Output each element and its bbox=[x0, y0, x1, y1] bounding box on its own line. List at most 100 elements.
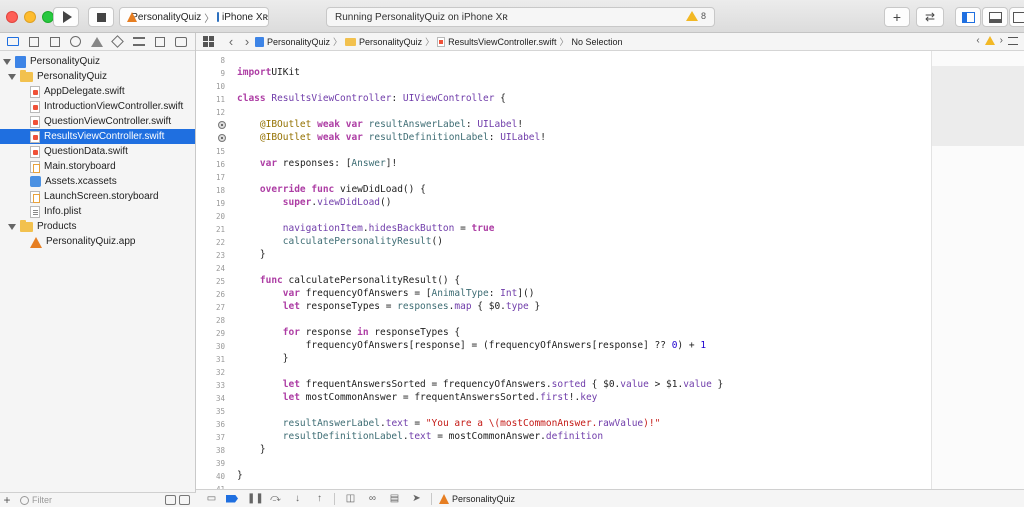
tab-source-control[interactable] bbox=[23, 33, 44, 51]
code-line[interactable]: @IBOutlet weak var resultDefinitionLabel… bbox=[196, 132, 931, 145]
warning-icon[interactable] bbox=[984, 36, 995, 45]
library-button[interactable]: + bbox=[884, 7, 910, 27]
code-line[interactable]: 32 bbox=[196, 366, 931, 379]
tab-breakpoint-navigator[interactable] bbox=[149, 33, 170, 51]
code-line[interactable]: 35 bbox=[196, 405, 931, 418]
code-line[interactable]: 21 navigationItem.hidesBackButton = true bbox=[196, 223, 931, 236]
tree-item-file[interactable]: Assets.xcassets bbox=[0, 174, 195, 189]
code-line[interactable]: 34 let mostCommonAnswer = frequentAnswer… bbox=[196, 392, 931, 405]
warning-indicator[interactable]: 8 bbox=[685, 11, 706, 21]
editor-options-icon[interactable] bbox=[1008, 36, 1018, 45]
code-line[interactable]: 27 let responseTypes = responses.map { $… bbox=[196, 301, 931, 314]
code-line[interactable]: 19 super.viewDidLoad() bbox=[196, 197, 931, 210]
code-line[interactable]: 16 var responses: [Answer]! bbox=[196, 158, 931, 171]
hierarchy-icon bbox=[49, 36, 60, 47]
next-issue-icon[interactable]: › bbox=[1000, 35, 1003, 46]
code-line[interactable]: 40} bbox=[196, 470, 931, 483]
minimize-window-button[interactable] bbox=[24, 11, 36, 23]
location-icon[interactable]: ➤ bbox=[410, 493, 423, 504]
code-line[interactable]: 17 bbox=[196, 171, 931, 184]
code-line[interactable]: 15 bbox=[196, 145, 931, 158]
breadcrumb-project[interactable]: PersonalityQuiz bbox=[255, 36, 330, 47]
previous-issue-icon[interactable]: ‹ bbox=[976, 35, 979, 46]
run-button[interactable] bbox=[53, 7, 79, 27]
breakpoints-toggle-icon[interactable] bbox=[226, 494, 238, 503]
step-into-icon[interactable]: ↓ bbox=[291, 493, 304, 504]
back-arrow-icon[interactable]: ‹ bbox=[223, 34, 239, 49]
code-line[interactable]: 39 bbox=[196, 457, 931, 470]
code-line[interactable]: 33 let frequentAnswersSorted = frequency… bbox=[196, 379, 931, 392]
code-line[interactable]: 30 frequencyOfAnswers[response] = (frequ… bbox=[196, 340, 931, 353]
tree-item-group[interactable]: Products bbox=[0, 219, 195, 234]
tab-find-navigator[interactable] bbox=[65, 33, 86, 51]
code-line[interactable]: 11 class ResultsViewController: UIViewCon… bbox=[196, 93, 931, 106]
recent-files-icon[interactable] bbox=[165, 495, 176, 505]
activity-viewer[interactable]: Running PersonalityQuiz on iPhone Xʀ 8 bbox=[326, 7, 715, 27]
code-line[interactable]: 12 bbox=[196, 106, 931, 119]
tab-project-navigator[interactable] bbox=[2, 33, 23, 51]
tree-item-project[interactable]: PersonalityQuiz bbox=[0, 54, 195, 69]
tab-report-navigator[interactable] bbox=[170, 33, 191, 51]
line-number: 32 bbox=[215, 368, 225, 377]
outlet-connection-icon[interactable] bbox=[218, 121, 226, 129]
tree-item-file[interactable]: AppDelegate.swift bbox=[0, 84, 195, 99]
pause-icon[interactable]: ❚❚ bbox=[247, 493, 264, 504]
add-file-button[interactable]: + bbox=[0, 493, 14, 507]
tab-symbol-navigator[interactable] bbox=[44, 33, 65, 51]
tree-item-file[interactable]: PersonalityQuiz.app bbox=[0, 234, 195, 249]
view-debugger-icon[interactable]: ◫ bbox=[344, 493, 357, 504]
code-line[interactable]: 20 bbox=[196, 210, 931, 223]
code-line[interactable]: 24 bbox=[196, 262, 931, 275]
tab-test-navigator[interactable] bbox=[107, 33, 128, 51]
code-line[interactable]: 25 func calculatePersonalityResult() { bbox=[196, 275, 931, 288]
breadcrumb-symbol[interactable]: No Selection bbox=[571, 37, 622, 47]
tree-item-file[interactable]: IntroductionViewController.swift bbox=[0, 99, 195, 114]
code-line[interactable]: 9 importUIKit bbox=[196, 67, 931, 80]
tree-item-file[interactable]: QuestionData.swift bbox=[0, 144, 195, 159]
step-out-icon[interactable]: ↑ bbox=[313, 493, 326, 504]
breadcrumb-group[interactable]: PersonalityQuiz bbox=[345, 37, 422, 47]
code-line[interactable]: 37 resultDefinitionLabel.text = mostComm… bbox=[196, 431, 931, 444]
code-review-button[interactable]: ⇄ bbox=[916, 7, 944, 27]
stop-button[interactable] bbox=[88, 7, 114, 27]
minimap-visible-region[interactable] bbox=[932, 66, 1024, 146]
environment-overrides-icon[interactable]: ▤ bbox=[388, 493, 401, 504]
tree-item-file[interactable]: LaunchScreen.storyboard bbox=[0, 189, 195, 204]
source-editor[interactable]: 8 9 importUIKit 10 11 class ResultsViewContro… bbox=[196, 51, 931, 489]
code-line[interactable]: 38 } bbox=[196, 444, 931, 457]
tab-debug-navigator[interactable] bbox=[128, 33, 149, 51]
hide-debug-area-icon[interactable]: ▭ bbox=[205, 493, 218, 504]
breadcrumb-file[interactable]: ResultsViewController.swift bbox=[437, 36, 556, 47]
filter-input[interactable]: Filter bbox=[32, 495, 52, 505]
code-line[interactable]: 29 for response in responseTypes { bbox=[196, 327, 931, 340]
code-line[interactable]: 23 } bbox=[196, 249, 931, 262]
tab-issue-navigator[interactable] bbox=[86, 33, 107, 51]
source-control-filter-icon[interactable] bbox=[179, 495, 190, 505]
tree-item-file[interactable]: QuestionViewController.swift bbox=[0, 114, 195, 129]
toggle-navigator-button[interactable] bbox=[955, 7, 981, 27]
tree-item-group[interactable]: PersonalityQuiz bbox=[0, 69, 195, 84]
toggle-inspector-button[interactable] bbox=[1009, 7, 1024, 27]
close-window-button[interactable] bbox=[6, 11, 18, 23]
code-line[interactable]: 22 calculatePersonalityResult() bbox=[196, 236, 931, 249]
tree-item-file[interactable]: Main.storyboard bbox=[0, 159, 195, 174]
debug-target[interactable]: PersonalityQuiz bbox=[439, 493, 515, 504]
toggle-debug-area-button[interactable] bbox=[982, 7, 1008, 27]
outlet-connection-icon[interactable] bbox=[218, 134, 226, 142]
code-line[interactable]: 28 bbox=[196, 314, 931, 327]
memory-graph-icon[interactable]: ∞ bbox=[366, 493, 379, 504]
code-line[interactable]: 18 override func viewDidLoad() { bbox=[196, 184, 931, 197]
code-line[interactable]: 36 resultAnswerLabel.text = "You are a \… bbox=[196, 418, 931, 431]
tree-item-file[interactable]: Info.plist bbox=[0, 204, 195, 219]
scheme-selector[interactable]: PersonalityQuiz 〉 iPhone Xʀ bbox=[119, 7, 269, 27]
code-line[interactable]: @IBOutlet weak var resultAnswerLabel: UI… bbox=[196, 119, 931, 132]
step-over-icon[interactable]: ⤼ bbox=[269, 493, 282, 504]
code-line[interactable]: 26 var frequencyOfAnswers = [AnimalType:… bbox=[196, 288, 931, 301]
code-line[interactable]: 8 bbox=[196, 54, 931, 67]
related-items-icon[interactable] bbox=[203, 36, 214, 47]
forward-arrow-icon[interactable]: › bbox=[239, 34, 255, 49]
minimap[interactable] bbox=[931, 51, 1024, 489]
code-line[interactable]: 31 } bbox=[196, 353, 931, 366]
code-line[interactable]: 10 bbox=[196, 80, 931, 93]
tree-item-file-selected[interactable]: ResultsViewController.swift bbox=[0, 129, 195, 144]
